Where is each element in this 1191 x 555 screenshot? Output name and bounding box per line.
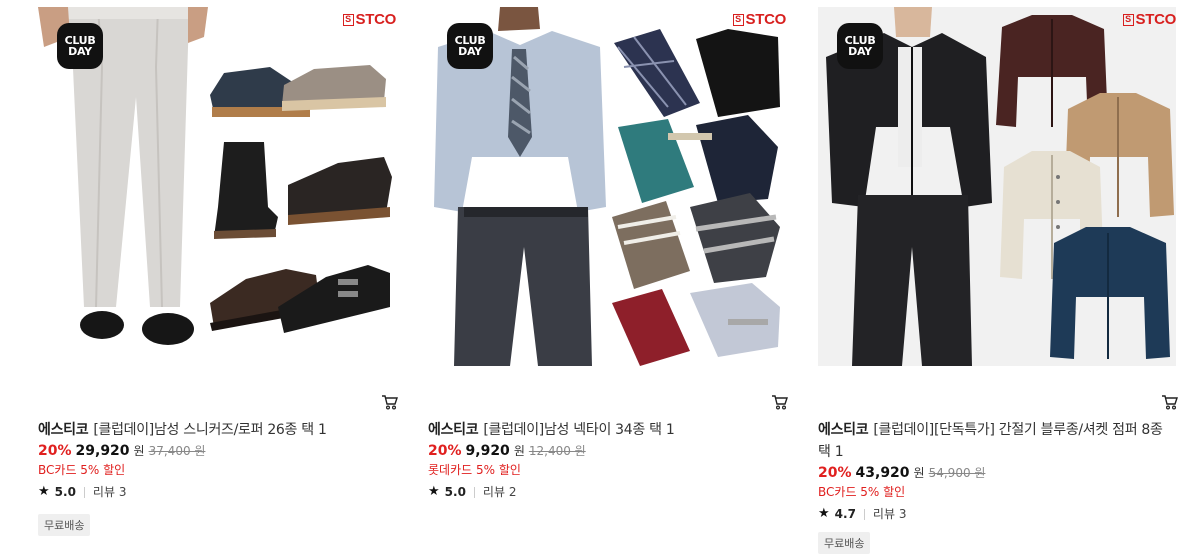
- product-image[interactable]: CLUB DAY S STCO: [818, 7, 1176, 366]
- product-name: [클럽데이]남성 넥타이 34종 택 1: [483, 422, 675, 438]
- stco-logo: S STCO: [1122, 11, 1176, 28]
- divider: [863, 508, 865, 520]
- rating-value: 5.0: [54, 485, 76, 499]
- divider: [473, 486, 475, 498]
- stco-logo: S STCO: [342, 11, 396, 28]
- currency-label: 원: [133, 444, 145, 458]
- logo-text: STCO: [355, 11, 396, 28]
- original-price: 37,400 원: [148, 444, 206, 458]
- divider: [83, 486, 85, 498]
- price-row: 20% 43,920 원 54,900 원: [818, 463, 1178, 483]
- product-info: 에스티코 [클럽데이]남성 스니커즈/로퍼 26종 택 1 20% 29,920 …: [38, 419, 398, 536]
- product-title[interactable]: 에스티코 [클럽데이][단독특가] 간절기 블루종/셔켓 점퍼 8종 택 1: [818, 419, 1178, 463]
- club-day-badge: CLUB DAY: [837, 23, 883, 69]
- review-count[interactable]: 리뷰 3: [93, 483, 127, 501]
- product-card[interactable]: CLUB DAY S STCO 에스티코 [클럽데이]남성 스니커즈/로퍼 26종…: [38, 7, 398, 536]
- original-price: 54,900 원: [928, 466, 986, 480]
- price-row: 20% 29,920 원 37,400 원: [38, 441, 398, 461]
- card-promo: 롯데카드 5% 할인: [428, 463, 521, 477]
- free-shipping-tag: 무료배송: [38, 514, 91, 536]
- add-to-cart-button[interactable]: [771, 393, 789, 411]
- card-promo: BC카드 5% 할인: [38, 463, 126, 477]
- badge-line2: DAY: [68, 45, 92, 58]
- product-brand: 에스티코: [818, 422, 869, 438]
- rating-row: ★ 4.7 리뷰 3: [818, 505, 1178, 523]
- card-promo: BC카드 5% 할인: [818, 485, 906, 499]
- discount-rate: 20%: [38, 443, 72, 459]
- rating-value: 4.7: [834, 507, 856, 521]
- product-brand: 에스티코: [428, 422, 479, 438]
- price-row: 20% 9,920 원 12,400 원: [428, 441, 788, 461]
- product-info: 에스티코 [클럽데이]남성 넥타이 34종 택 1 20% 9,920 원 12,…: [428, 419, 788, 501]
- club-day-badge: CLUB DAY: [447, 23, 493, 69]
- cart-icon: [382, 395, 398, 410]
- star-icon: ★: [38, 484, 50, 499]
- product-card[interactable]: CLUB DAY S STCO 에스티코 [클럽데이]남성 넥타이 34종 택 1…: [428, 7, 788, 499]
- product-image[interactable]: CLUB DAY S STCO: [38, 7, 396, 366]
- original-price: 12,400 원: [528, 444, 586, 458]
- product-name: [클럽데이][단독특가] 간절기 블루종/셔켓 점퍼 8종 택 1: [818, 422, 1163, 460]
- star-icon: ★: [428, 484, 440, 499]
- logo-text: STCO: [745, 11, 786, 28]
- sale-price: 29,920: [75, 443, 130, 459]
- sale-price: 43,920: [855, 465, 910, 481]
- club-day-badge: CLUB DAY: [57, 23, 103, 69]
- free-shipping-tag: 무료배송: [818, 532, 871, 554]
- sale-price: 9,920: [465, 443, 510, 459]
- rating-row: ★ 5.0 리뷰 2: [428, 483, 788, 501]
- rating-value: 5.0: [444, 485, 466, 499]
- logo-mark: S: [732, 13, 744, 26]
- badge-line2: DAY: [848, 45, 872, 58]
- add-to-cart-button[interactable]: [1161, 393, 1179, 411]
- product-name: [클럽데이]남성 스니커즈/로퍼 26종 택 1: [93, 422, 327, 438]
- rating-row: ★ 5.0 리뷰 3: [38, 483, 398, 501]
- review-count[interactable]: 리뷰 3: [873, 505, 907, 523]
- discount-rate: 20%: [428, 443, 462, 459]
- product-grid: CLUB DAY S STCO 에스티코 [클럽데이]남성 스니커즈/로퍼 26종…: [0, 0, 1191, 555]
- star-icon: ★: [818, 506, 830, 521]
- logo-mark: S: [1122, 13, 1134, 26]
- currency-label: 원: [913, 466, 925, 480]
- add-to-cart-button[interactable]: [381, 393, 399, 411]
- product-title[interactable]: 에스티코 [클럽데이]남성 넥타이 34종 택 1: [428, 419, 788, 441]
- product-info: 에스티코 [클럽데이][단독특가] 간절기 블루종/셔켓 점퍼 8종 택 1 20…: [818, 419, 1178, 554]
- discount-rate: 20%: [818, 465, 852, 481]
- logo-text: STCO: [1135, 11, 1176, 28]
- product-image[interactable]: CLUB DAY S STCO: [428, 7, 786, 366]
- cart-icon: [1162, 395, 1178, 410]
- product-brand: 에스티코: [38, 422, 89, 438]
- badge-line2: DAY: [458, 45, 482, 58]
- cart-icon: [772, 395, 788, 410]
- logo-mark: S: [342, 13, 354, 26]
- review-count[interactable]: 리뷰 2: [483, 483, 517, 501]
- currency-label: 원: [513, 444, 525, 458]
- product-title[interactable]: 에스티코 [클럽데이]남성 스니커즈/로퍼 26종 택 1: [38, 419, 398, 441]
- stco-logo: S STCO: [732, 11, 786, 28]
- product-card[interactable]: CLUB DAY S STCO 에스티코 [클럽데이][단독특가] 간절기 블루종…: [818, 7, 1178, 554]
